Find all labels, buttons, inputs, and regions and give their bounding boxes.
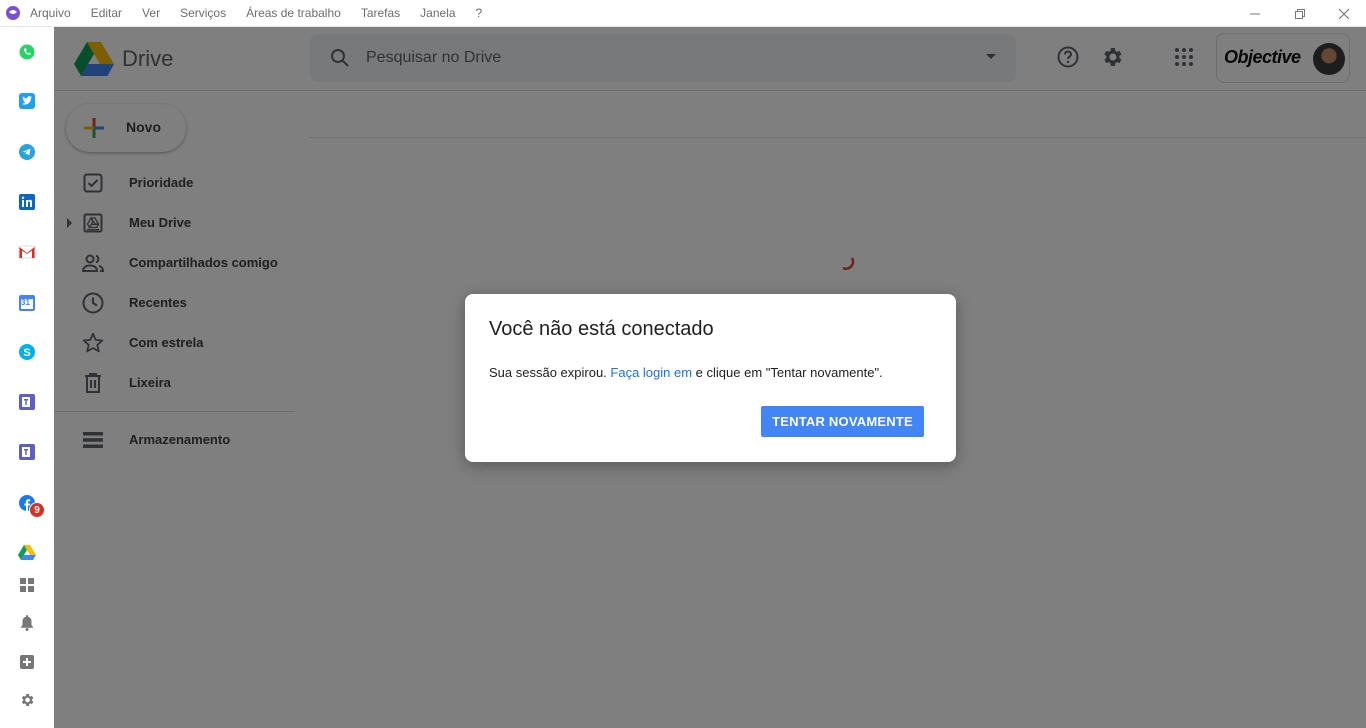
rail-linkedin[interactable]: [15, 190, 39, 214]
title-menu-bar: Arquivo Editar Ver Serviços Áreas de tra…: [0, 0, 1366, 27]
menu-areas-de-trabalho[interactable]: Áreas de trabalho: [246, 6, 341, 20]
menu-ver[interactable]: Ver: [142, 6, 160, 20]
service-rail: 31 S 9: [0, 27, 54, 728]
dialog-message-prefix: Sua sessão expirou.: [489, 365, 611, 380]
twitter-icon: [19, 93, 35, 109]
rail-skype[interactable]: S: [15, 340, 39, 364]
session-expired-dialog: Você não está conectado Sua sessão expir…: [465, 294, 956, 462]
minimize-button[interactable]: [1232, 0, 1278, 27]
teams-icon: [19, 444, 35, 460]
rail-telegram[interactable]: [15, 140, 39, 164]
svg-text:S: S: [23, 347, 30, 359]
skype-icon: S: [19, 344, 35, 360]
calendar-day: 31: [21, 298, 30, 307]
menu-janela[interactable]: Janela: [420, 6, 455, 20]
grid-icon: [20, 578, 34, 592]
rail-whatsapp[interactable]: [15, 40, 39, 64]
dialog-message: Sua sessão expirou. Faça login em e cliq…: [489, 365, 883, 380]
add-icon: [20, 655, 34, 669]
telegram-icon: [19, 144, 35, 160]
whatsapp-icon: [19, 44, 35, 60]
app-logo-icon: [6, 6, 20, 20]
retry-button[interactable]: TENTAR NOVAMENTE: [761, 406, 924, 437]
gear-icon: [21, 694, 34, 706]
rail-google-drive[interactable]: [15, 540, 39, 564]
google-drive-icon: [18, 545, 36, 560]
rail-gmail[interactable]: [15, 240, 39, 264]
close-window-button[interactable]: [1321, 0, 1366, 27]
dialog-message-suffix: e clique em "Tentar novamente".: [692, 365, 883, 380]
rail-teams-2[interactable]: [15, 440, 39, 464]
rail-twitter[interactable]: [15, 89, 39, 113]
linkedin-icon: [19, 194, 35, 210]
menu-arquivo[interactable]: Arquivo: [30, 6, 71, 20]
restore-button[interactable]: [1277, 0, 1323, 27]
teams-icon: [19, 394, 35, 410]
close-icon: [1338, 8, 1350, 19]
menu-tarefas[interactable]: Tarefas: [361, 6, 400, 20]
rail-calendar[interactable]: 31: [15, 291, 39, 315]
gmail-icon: [18, 245, 36, 259]
menu-servicos[interactable]: Serviços: [180, 6, 226, 20]
rail-teams-1[interactable]: [15, 390, 39, 414]
rail-settings[interactable]: [15, 688, 39, 712]
menu-help[interactable]: ?: [476, 6, 483, 20]
menu-editar[interactable]: Editar: [91, 6, 122, 20]
dialog-title: Você não está conectado: [489, 318, 714, 340]
rail-workspaces[interactable]: [15, 573, 39, 597]
bell-icon: [21, 615, 33, 631]
restore-icon: [1295, 8, 1305, 19]
minimize-icon: [1250, 13, 1260, 14]
login-link[interactable]: Faça login em: [610, 365, 692, 380]
facebook-notification-badge: 9: [29, 502, 45, 518]
rail-notifications[interactable]: [15, 611, 39, 635]
rail-add-service[interactable]: [15, 650, 39, 674]
